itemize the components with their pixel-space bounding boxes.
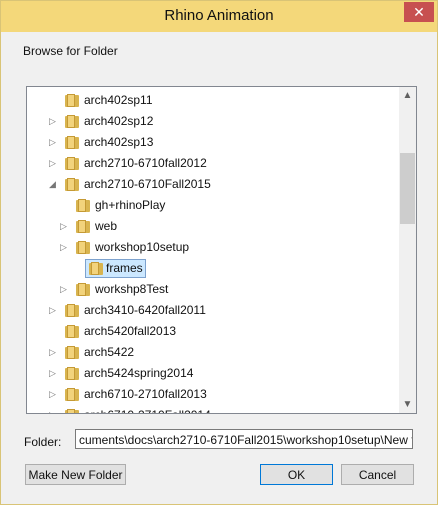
tree-item-label: arch3410-6420fall2011 (84, 303, 206, 317)
expand-arrow-icon[interactable]: ▷ (48, 111, 57, 132)
tree-item[interactable]: ◢ arch2710-6710Fall2015 (27, 174, 399, 195)
tree-item-label: workshop10setup (95, 240, 190, 254)
tree-item[interactable]: ▷ arch402sp12 (27, 111, 399, 132)
folder-icon (65, 304, 79, 317)
folder-tree[interactable]: arch402sp11 ▷ arch402sp12 ▷ arch402sp13 ▷ arch… (26, 86, 417, 414)
tree-item-label: arch2710-6710fall2012 (84, 156, 207, 170)
expand-arrow-icon[interactable]: ▷ (48, 384, 57, 405)
tree-item[interactable]: ▷ arch3410-6420fall2011 (27, 300, 399, 321)
tree-item[interactable]: frames (27, 258, 399, 279)
tree-item[interactable]: ▷ arch402sp13 (27, 132, 399, 153)
tree-item[interactable]: arch402sp11 (27, 90, 399, 111)
expand-arrow-icon[interactable]: ▷ (48, 342, 57, 363)
close-button[interactable]: ✕ (404, 2, 434, 22)
folder-icon (65, 94, 79, 107)
title-bar[interactable]: Rhino Animation ✕ (1, 1, 437, 32)
folder-icon (76, 220, 90, 233)
tree-item-label: arch5420fall2013 (84, 324, 177, 338)
folder-path-input[interactable]: cuments\docs\arch2710-6710Fall2015\works… (75, 429, 413, 449)
expanded-arrow-icon[interactable]: ◢ (48, 174, 57, 195)
folder-icon (89, 262, 103, 275)
folder-icon (65, 367, 79, 380)
expand-arrow-icon[interactable]: ▷ (48, 300, 57, 321)
tree-item-label: arch402sp13 (84, 135, 154, 149)
expand-arrow-icon[interactable]: ▷ (48, 363, 57, 384)
tree-item[interactable]: ▷ arch5422 (27, 342, 399, 363)
tree-item-label: arch5424spring2014 (84, 366, 194, 380)
folder-icon (65, 115, 79, 128)
folder-icon (65, 388, 79, 401)
folder-label: Folder: (24, 435, 62, 449)
dialog-window: Rhino Animation ✕ Browse for Folder arch… (0, 0, 438, 505)
window-title: Rhino Animation (164, 7, 274, 24)
tree-item[interactable]: ▷ workshop10setup (27, 237, 399, 258)
expand-arrow-icon[interactable]: ▷ (59, 237, 68, 258)
expand-arrow-icon[interactable]: ▷ (59, 216, 68, 237)
tree-item-label: workshp8Test (95, 282, 169, 296)
tree-item[interactable]: ▷ web (27, 216, 399, 237)
scroll-down-icon[interactable]: ▼ (399, 396, 416, 413)
tree-scrollbar[interactable]: ▲ ▼ (399, 87, 416, 413)
folder-tree-list: arch402sp11 ▷ arch402sp12 ▷ arch402sp13 ▷ arch… (27, 87, 399, 413)
tree-item-label: arch2710-6710Fall2015 (84, 177, 211, 191)
tree-item-label: arch5422 (84, 345, 135, 359)
dialog-subtitle: Browse for Folder (23, 44, 118, 58)
expand-arrow-icon[interactable]: ▷ (48, 405, 57, 413)
ok-button[interactable]: OK (260, 464, 333, 485)
tree-item[interactable]: ▷ workshp8Test (27, 279, 399, 300)
tree-item-label: arch6710-2710fall2013 (84, 387, 207, 401)
expand-arrow-icon[interactable]: ▷ (48, 153, 57, 174)
tree-item[interactable]: ▷ arch6710-2710fall2013 (27, 384, 399, 405)
tree-item-label: arch402sp11 (84, 93, 153, 107)
folder-icon (65, 346, 79, 359)
tree-item-label: arch6710-2710Fall2014 (84, 405, 211, 413)
tree-item[interactable]: ▷ arch6710-2710Fall2014 (27, 405, 399, 413)
folder-icon (65, 136, 79, 149)
cancel-button[interactable]: Cancel (341, 464, 414, 485)
tree-item-label: gh+rhinoPlay (95, 198, 166, 212)
scroll-up-icon[interactable]: ▲ (399, 87, 416, 104)
folder-icon (65, 178, 79, 191)
tree-item[interactable]: ▷ arch5424spring2014 (27, 363, 399, 384)
folder-icon (65, 325, 79, 338)
folder-icon (76, 241, 90, 254)
close-icon: ✕ (413, 4, 425, 20)
tree-item[interactable]: gh+rhinoPlay (27, 195, 399, 216)
tree-item-label: arch402sp12 (84, 114, 154, 128)
folder-icon (65, 409, 79, 413)
make-new-folder-button[interactable]: Make New Folder (25, 464, 126, 485)
scroll-thumb[interactable] (400, 153, 415, 224)
expand-arrow-icon[interactable]: ▷ (48, 132, 57, 153)
folder-icon (76, 283, 90, 296)
tree-item[interactable]: ▷ arch2710-6710fall2012 (27, 153, 399, 174)
expand-arrow-icon[interactable]: ▷ (59, 279, 68, 300)
folder-icon (76, 199, 90, 212)
tree-item[interactable]: arch5420fall2013 (27, 321, 399, 342)
tree-item-label: web (95, 219, 118, 233)
folder-icon (65, 157, 79, 170)
dialog-content: Browse for Folder arch402sp11 ▷ arch402sp1… (9, 32, 429, 496)
